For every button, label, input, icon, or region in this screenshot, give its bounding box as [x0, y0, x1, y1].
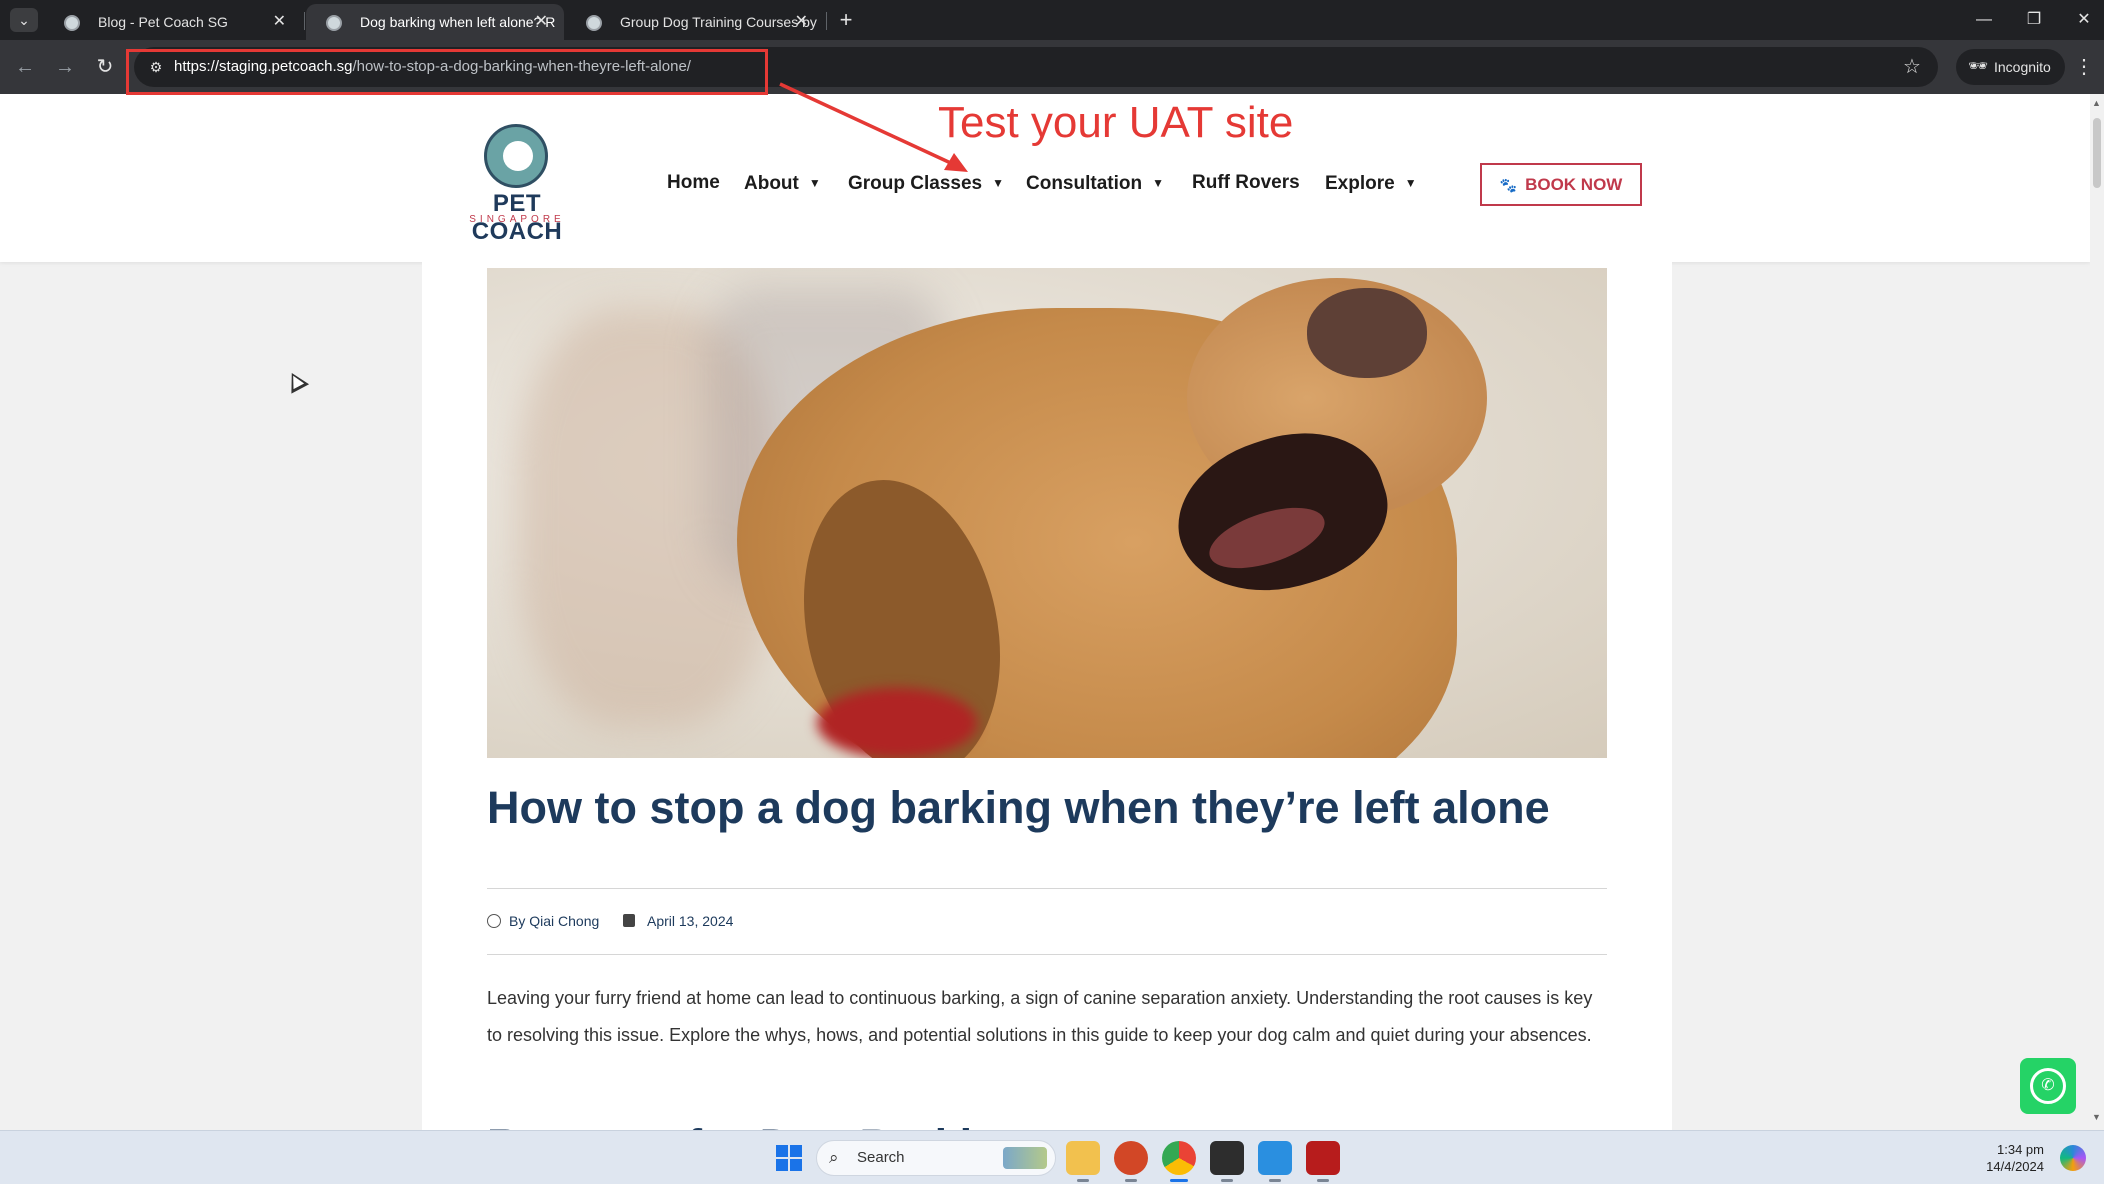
nav-ruff-rovers[interactable]: Ruff Rovers [1192, 170, 1300, 196]
caret-down-icon: ▼ [808, 176, 821, 190]
favicon-icon [586, 15, 602, 31]
caret-down-icon: ▼ [1404, 176, 1417, 190]
search-icon: ⌕ [829, 1148, 839, 1167]
chrome-icon[interactable] [1162, 1141, 1196, 1182]
url-highlight-box [126, 49, 768, 95]
search-highlight-icon [1003, 1147, 1047, 1169]
nav-consultation[interactable]: Consultation ▼ [1026, 170, 1164, 197]
article-container: How to stop a dog barking when they’re l… [422, 262, 1672, 1130]
favicon-icon [326, 15, 342, 31]
caret-down-icon: ▼ [992, 176, 1004, 190]
caret-down-icon: ▼ [1152, 176, 1164, 190]
clock-date: 14/4/2024 [1986, 1159, 2044, 1174]
tab-blog[interactable]: Blog - Pet Coach SG ✕ [44, 4, 302, 40]
incognito-badge[interactable]: 🕶 Incognito [1956, 49, 2065, 85]
system-clock[interactable]: 1:34 pm 14/4/2024 [1960, 1141, 2044, 1175]
user-circle-icon [487, 914, 501, 928]
book-now-button[interactable]: 🐾 BOOK NOW [1480, 163, 1642, 206]
scroll-down-icon[interactable]: ▼ [2092, 1112, 2101, 1122]
tab-title: Blog - Pet Coach SG [98, 14, 228, 30]
page-viewport: PET COACH SINGAPORE Home About ▼ Group Cl… [0, 94, 2104, 1130]
article-title: How to stop a dog barking when they’re l… [487, 782, 1550, 833]
tab-title: Dog barking when left alone? R [360, 14, 556, 30]
back-arrow-icon[interactable]: ← [10, 52, 40, 82]
taskbar-search[interactable]: ⌕ Search [816, 1140, 1056, 1176]
nav-group-classes[interactable]: Group Classes ▼ [848, 170, 1004, 197]
browser-tab-strip: ⌄ Blog - Pet Coach SG ✕ Dog barking when… [0, 0, 2104, 40]
close-tab-icon[interactable]: ✕ [273, 4, 286, 40]
scrollbar-thumb[interactable] [2093, 118, 2101, 188]
new-tab-icon[interactable]: + [832, 6, 860, 34]
nav-label: Ruff Rovers [1192, 172, 1300, 193]
nav-label: Consultation [1026, 173, 1143, 194]
close-tab-icon[interactable]: ✕ [535, 4, 548, 40]
article-date[interactable]: April 13, 2024 [647, 912, 733, 930]
tab-divider [304, 12, 305, 30]
tab-divider [826, 12, 827, 30]
nav-explore[interactable]: Explore ▼ [1325, 170, 1417, 197]
minimize-icon[interactable]: — [1964, 6, 2004, 34]
divider [487, 888, 1607, 889]
terminal-icon[interactable] [1210, 1141, 1244, 1182]
nav-label: Home [667, 172, 720, 193]
clock-time: 1:34 pm [1997, 1142, 2044, 1157]
hero-image-barking-dog [487, 268, 1607, 758]
vscode-icon[interactable] [1258, 1141, 1292, 1182]
section-heading: Reasons for Dog Barking [487, 1114, 1027, 1130]
divider [487, 954, 1607, 955]
nav-label: Group Classes [848, 173, 983, 194]
search-placeholder: Search [857, 1149, 905, 1166]
tab-group-training[interactable]: Group Dog Training Courses by ✕ [566, 4, 824, 40]
incognito-icon: 🕶 [1968, 58, 1989, 75]
nav-home[interactable]: Home [667, 170, 720, 196]
filezilla-icon[interactable] [1306, 1141, 1340, 1182]
nav-about[interactable]: About ▼ [744, 170, 821, 197]
forward-arrow-icon[interactable]: → [50, 52, 80, 82]
bookmark-star-icon[interactable]: ☆ [1898, 53, 1926, 81]
tab-title: Group Dog Training Courses by [620, 14, 817, 30]
calendar-icon [623, 914, 635, 927]
powerpoint-icon[interactable] [1114, 1141, 1148, 1182]
article-intro: Leaving your furry friend at home can le… [487, 988, 1593, 1045]
site-logo[interactable]: PET COACH SINGAPORE [450, 124, 584, 245]
reload-icon[interactable]: ↻ [90, 52, 120, 82]
article-author[interactable]: By Qiai Chong [509, 912, 599, 930]
book-now-label: BOOK NOW [1525, 175, 1623, 194]
close-tab-icon[interactable]: ✕ [795, 4, 808, 40]
mouse-cursor [282, 368, 310, 394]
windows-start-icon[interactable] [776, 1145, 802, 1171]
scroll-up-icon[interactable]: ▲ [2092, 98, 2101, 108]
browser-menu-icon[interactable]: ⋮ [2072, 52, 2096, 82]
logo-mark [484, 124, 548, 188]
nav-label: Explore [1325, 173, 1395, 194]
whatsapp-chat-button[interactable]: ✆ [2020, 1058, 2076, 1114]
restore-icon[interactable]: ❐ [2014, 6, 2054, 34]
page-scrollbar[interactable]: ▲ ▼ [2090, 94, 2104, 1130]
windows-taskbar: ⌕ Search 1:34 pm 14/4/2024 [0, 1130, 2104, 1184]
incognito-label: Incognito [1994, 59, 2051, 75]
favicon-icon [64, 15, 80, 31]
close-window-icon[interactable]: ✕ [2064, 6, 2104, 34]
logo-tagline: SINGAPORE [469, 214, 565, 225]
copilot-icon[interactable] [2060, 1145, 2086, 1171]
file-explorer-icon[interactable] [1066, 1141, 1100, 1182]
screen: ⌄ Blog - Pet Coach SG ✕ Dog barking when… [0, 0, 2104, 1184]
whatsapp-icon: ✆ [2030, 1068, 2066, 1104]
nav-label: About [744, 173, 799, 194]
paw-icon: 🐾 [1499, 177, 1518, 193]
annotation-label: Test your UAT site [938, 98, 1294, 147]
tab-dog-barking[interactable]: Dog barking when left alone? R ✕ [306, 4, 564, 40]
tab-search-chevron-icon[interactable]: ⌄ [10, 8, 38, 32]
